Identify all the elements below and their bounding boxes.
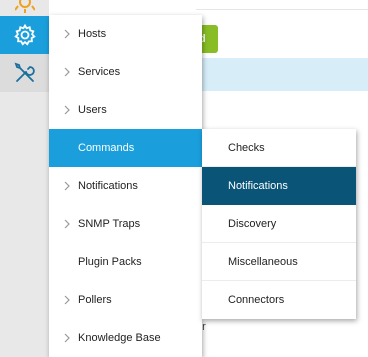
submenu-item-checks[interactable]: Checks: [202, 129, 356, 167]
menu-item-hosts[interactable]: Hosts: [49, 15, 202, 53]
table-header-band: [196, 58, 368, 91]
submenu-item-notifications[interactable]: Notifications: [202, 167, 356, 205]
submenu-item-label: Miscellaneous: [228, 256, 298, 268]
menu-item-label: Plugin Packs: [78, 256, 142, 268]
menu-item-label: Knowledge Base: [78, 332, 161, 344]
menu-item-knowledge-base[interactable]: Knowledge Base: [49, 319, 202, 357]
submenu-item-miscellaneous[interactable]: Miscellaneous: [202, 243, 356, 281]
chevron-right-icon: [64, 105, 70, 115]
chevron-right-icon: [64, 29, 70, 39]
menu-item-label: Commands: [78, 142, 135, 154]
administration-nav-button[interactable]: [0, 54, 49, 92]
menu-item-services[interactable]: Services: [49, 53, 202, 91]
chevron-right-icon: [64, 181, 70, 191]
menu-item-label: Pollers: [78, 294, 112, 306]
page-divider: [196, 9, 368, 10]
menu-item-label: Notifications: [78, 180, 138, 192]
chevron-right-icon: [64, 219, 70, 229]
submenu-item-discovery[interactable]: Discovery: [202, 205, 356, 243]
icon-rail: [0, 0, 49, 357]
sun-icon: [14, 0, 35, 13]
submenu-item-label: Connectors: [228, 294, 285, 306]
chevron-right-icon: [64, 295, 70, 305]
submenu-item-label: Discovery: [228, 218, 277, 230]
menu-item-label: Users: [78, 104, 107, 116]
configuration-menu: Hosts Services Users Commands Notificati…: [49, 15, 202, 357]
menu-item-plugin-packs[interactable]: Plugin Packs: [49, 243, 202, 281]
menu-item-notifications[interactable]: Notifications: [49, 167, 202, 205]
menu-item-pollers[interactable]: Pollers: [49, 281, 202, 319]
menu-item-users[interactable]: Users: [49, 91, 202, 129]
commands-submenu: Checks Notifications Discovery Miscellan…: [202, 129, 356, 319]
submenu-item-connectors[interactable]: Connectors: [202, 281, 356, 319]
menu-item-commands[interactable]: Commands: [49, 129, 202, 167]
menu-item-label: Hosts: [78, 28, 107, 40]
tools-icon: [14, 62, 35, 82]
menu-item-snmp-traps[interactable]: SNMP Traps: [49, 205, 202, 243]
submenu-item-label: Checks: [228, 142, 265, 154]
chevron-right-icon: [64, 67, 70, 77]
chevron-right-icon: [64, 333, 70, 343]
submenu-item-label: Notifications: [228, 180, 288, 192]
menu-item-label: SNMP Traps: [78, 218, 141, 230]
menu-item-label: Services: [78, 66, 121, 78]
configuration-nav-button[interactable]: [0, 16, 49, 54]
gear-icon: [13, 23, 36, 46]
monitoring-nav-button[interactable]: [0, 0, 49, 16]
